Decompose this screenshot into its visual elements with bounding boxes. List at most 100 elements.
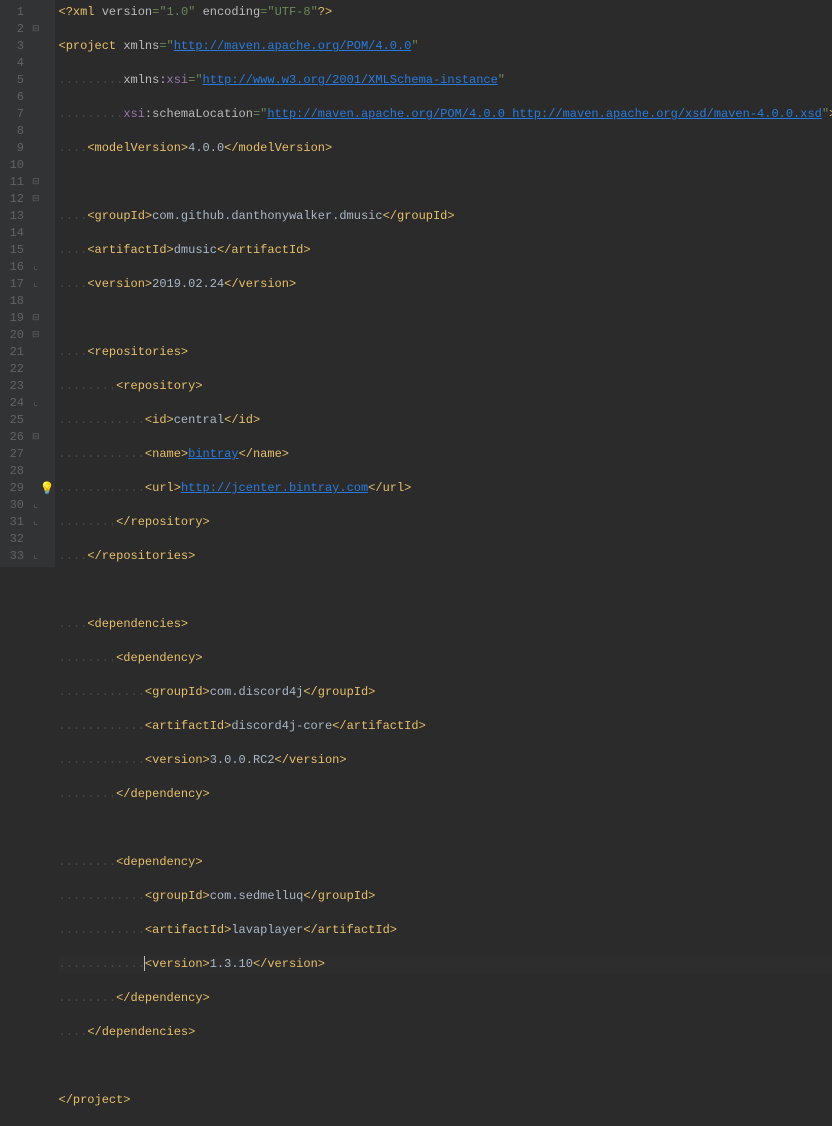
line-number: 5 [4,72,24,89]
fold-toggle [32,344,40,361]
code-line[interactable] [59,820,832,837]
fold-toggle[interactable]: ⊟ [32,327,40,344]
line-number: 32 [4,531,24,548]
code-line[interactable]: ....<version>2019.02.24</version> [59,276,832,293]
code-line[interactable]: ........</repository> [59,514,832,531]
code-area[interactable]: <?xml version="1.0" encoding="UTF-8"?> <… [55,0,832,567]
line-number: 12 [4,191,24,208]
fold-toggle[interactable]: ⊟ [32,21,40,38]
fold-toggle [32,157,40,174]
fold-toggle[interactable]: ⊟ [32,174,40,191]
line-number: 15 [4,242,24,259]
code-line[interactable]: <project xmlns="http://maven.apache.org/… [59,38,832,55]
line-number: 25 [4,412,24,429]
line-number: 29 [4,480,24,497]
line-number: 23 [4,378,24,395]
code-line[interactable]: ............<version>3.0.0.RC2</version> [59,752,832,769]
fold-toggle [32,38,40,55]
line-number: 10 [4,157,24,174]
line-number: 18 [4,293,24,310]
fold-toggle [32,463,40,480]
line-number: 11 [4,174,24,191]
line-number: 24 [4,395,24,412]
fold-toggle[interactable]: ⌞ [32,497,40,514]
code-line[interactable]: .........xmlns:xsi="http://www.w3.org/20… [59,72,832,89]
code-line[interactable]: ............<artifactId>lavaplayer</arti… [59,922,832,939]
fold-gutter[interactable]: ⊟⊟⊟⌞⌞⊟⊟⌞⊟⌞⌞⌞ [32,0,40,567]
line-number: 4 [4,55,24,72]
fold-toggle[interactable]: ⌞ [32,395,40,412]
line-number: 14 [4,225,24,242]
code-line[interactable]: ............<groupId>com.discord4j</grou… [59,684,832,701]
fold-toggle [32,123,40,140]
code-editor[interactable]: 1234567891011121314151617181920212223242… [0,0,832,567]
fold-toggle [32,208,40,225]
line-number: 16 [4,259,24,276]
line-number-gutter: 1234567891011121314151617181920212223242… [0,0,32,567]
code-line[interactable] [59,582,832,599]
code-line[interactable]: ............<name>bintray</name> [59,446,832,463]
line-number: 7 [4,106,24,123]
line-number: 21 [4,344,24,361]
fold-toggle[interactable]: ⊟ [32,310,40,327]
intention-bulb-gutter[interactable]: 💡 [40,0,55,567]
fold-toggle [32,140,40,157]
fold-toggle [32,4,40,21]
code-line[interactable]: ....</dependencies> [59,1024,832,1041]
code-line[interactable]: ....<modelVersion>4.0.0</modelVersion> [59,140,832,157]
fold-toggle[interactable]: ⌞ [32,548,40,565]
fold-toggle [32,361,40,378]
fold-toggle [32,480,40,497]
line-number: 26 [4,429,24,446]
code-line[interactable]: ............<url>http://jcenter.bintray.… [59,480,832,497]
line-number: 33 [4,548,24,565]
code-line[interactable]: ........<dependency> [59,650,832,667]
fold-toggle [32,378,40,395]
code-line[interactable]: ....<dependencies> [59,616,832,633]
code-line[interactable]: <?xml version="1.0" encoding="UTF-8"?> [59,4,832,21]
line-number: 20 [4,327,24,344]
code-line[interactable]: ............<id>central</id> [59,412,832,429]
line-number: 28 [4,463,24,480]
code-line[interactable]: ............<artifactId>discord4j-core</… [59,718,832,735]
fold-toggle[interactable]: ⊟ [32,429,40,446]
code-line[interactable] [59,174,832,191]
line-number: 3 [4,38,24,55]
code-line[interactable]: ............<version>1.3.10</version> [59,956,832,973]
code-line[interactable] [59,310,832,327]
line-number: 22 [4,361,24,378]
code-line[interactable]: ........<dependency> [59,854,832,871]
fold-toggle [32,225,40,242]
code-line[interactable]: ....<groupId>com.github.danthonywalker.d… [59,208,832,225]
fold-toggle [32,242,40,259]
fold-toggle [32,412,40,429]
fold-toggle [32,293,40,310]
fold-toggle [32,446,40,463]
code-line[interactable]: </project> [59,1092,832,1109]
code-line[interactable]: .........xsi:schemaLocation="http://mave… [59,106,832,123]
intention-bulb-icon[interactable]: 💡 [40,481,55,496]
line-number: 9 [4,140,24,157]
fold-toggle [32,55,40,72]
line-number: 6 [4,89,24,106]
code-line[interactable]: ........<repository> [59,378,832,395]
code-line[interactable]: ............<groupId>com.sedmelluq</grou… [59,888,832,905]
line-number: 8 [4,123,24,140]
fold-toggle[interactable]: ⌞ [32,259,40,276]
code-line[interactable] [59,1058,832,1075]
code-line[interactable]: ....<artifactId>dmusic</artifactId> [59,242,832,259]
fold-toggle[interactable]: ⌞ [32,514,40,531]
fold-toggle[interactable]: ⌞ [32,276,40,293]
code-line[interactable]: ........</dependency> [59,990,832,1007]
line-number: 30 [4,497,24,514]
code-line[interactable]: ....<repositories> [59,344,832,361]
line-number: 31 [4,514,24,531]
code-line[interactable]: ....</repositories> [59,548,832,565]
code-line[interactable]: ........</dependency> [59,786,832,803]
line-number: 17 [4,276,24,293]
fold-toggle[interactable]: ⊟ [32,191,40,208]
fold-toggle [32,531,40,548]
line-number: 1 [4,4,24,21]
fold-toggle [32,72,40,89]
line-number: 2 [4,21,24,38]
